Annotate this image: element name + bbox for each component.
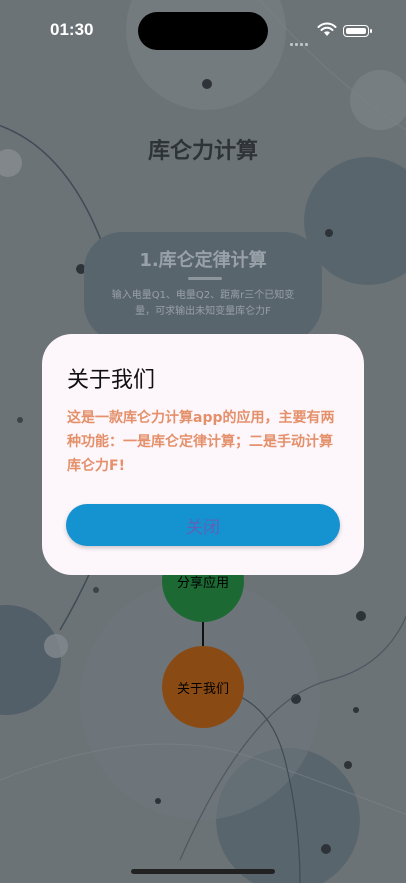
modal-overlay: 关于我们 这是一款库仑力计算app的应用，主要有两种功能：一是库仑定律计算；二是… — [0, 0, 406, 883]
dialog-body: 这是一款库仑力计算app的应用，主要有两种功能：一是库仑定律计算；二是手动计算库… — [67, 410, 335, 474]
dialog-title: 关于我们 — [67, 368, 156, 393]
home-indicator[interactable] — [131, 869, 275, 874]
close-button[interactable]: 关闭 — [66, 504, 340, 546]
about-dialog: 关于我们 这是一款库仑力计算app的应用，主要有两种功能：一是库仑定律计算；二是… — [42, 334, 364, 575]
app-screen: 01:30 库仑力计算 1.库仑定律计算 输入电量Q1、电量Q2、距离r三个已知… — [0, 0, 406, 883]
